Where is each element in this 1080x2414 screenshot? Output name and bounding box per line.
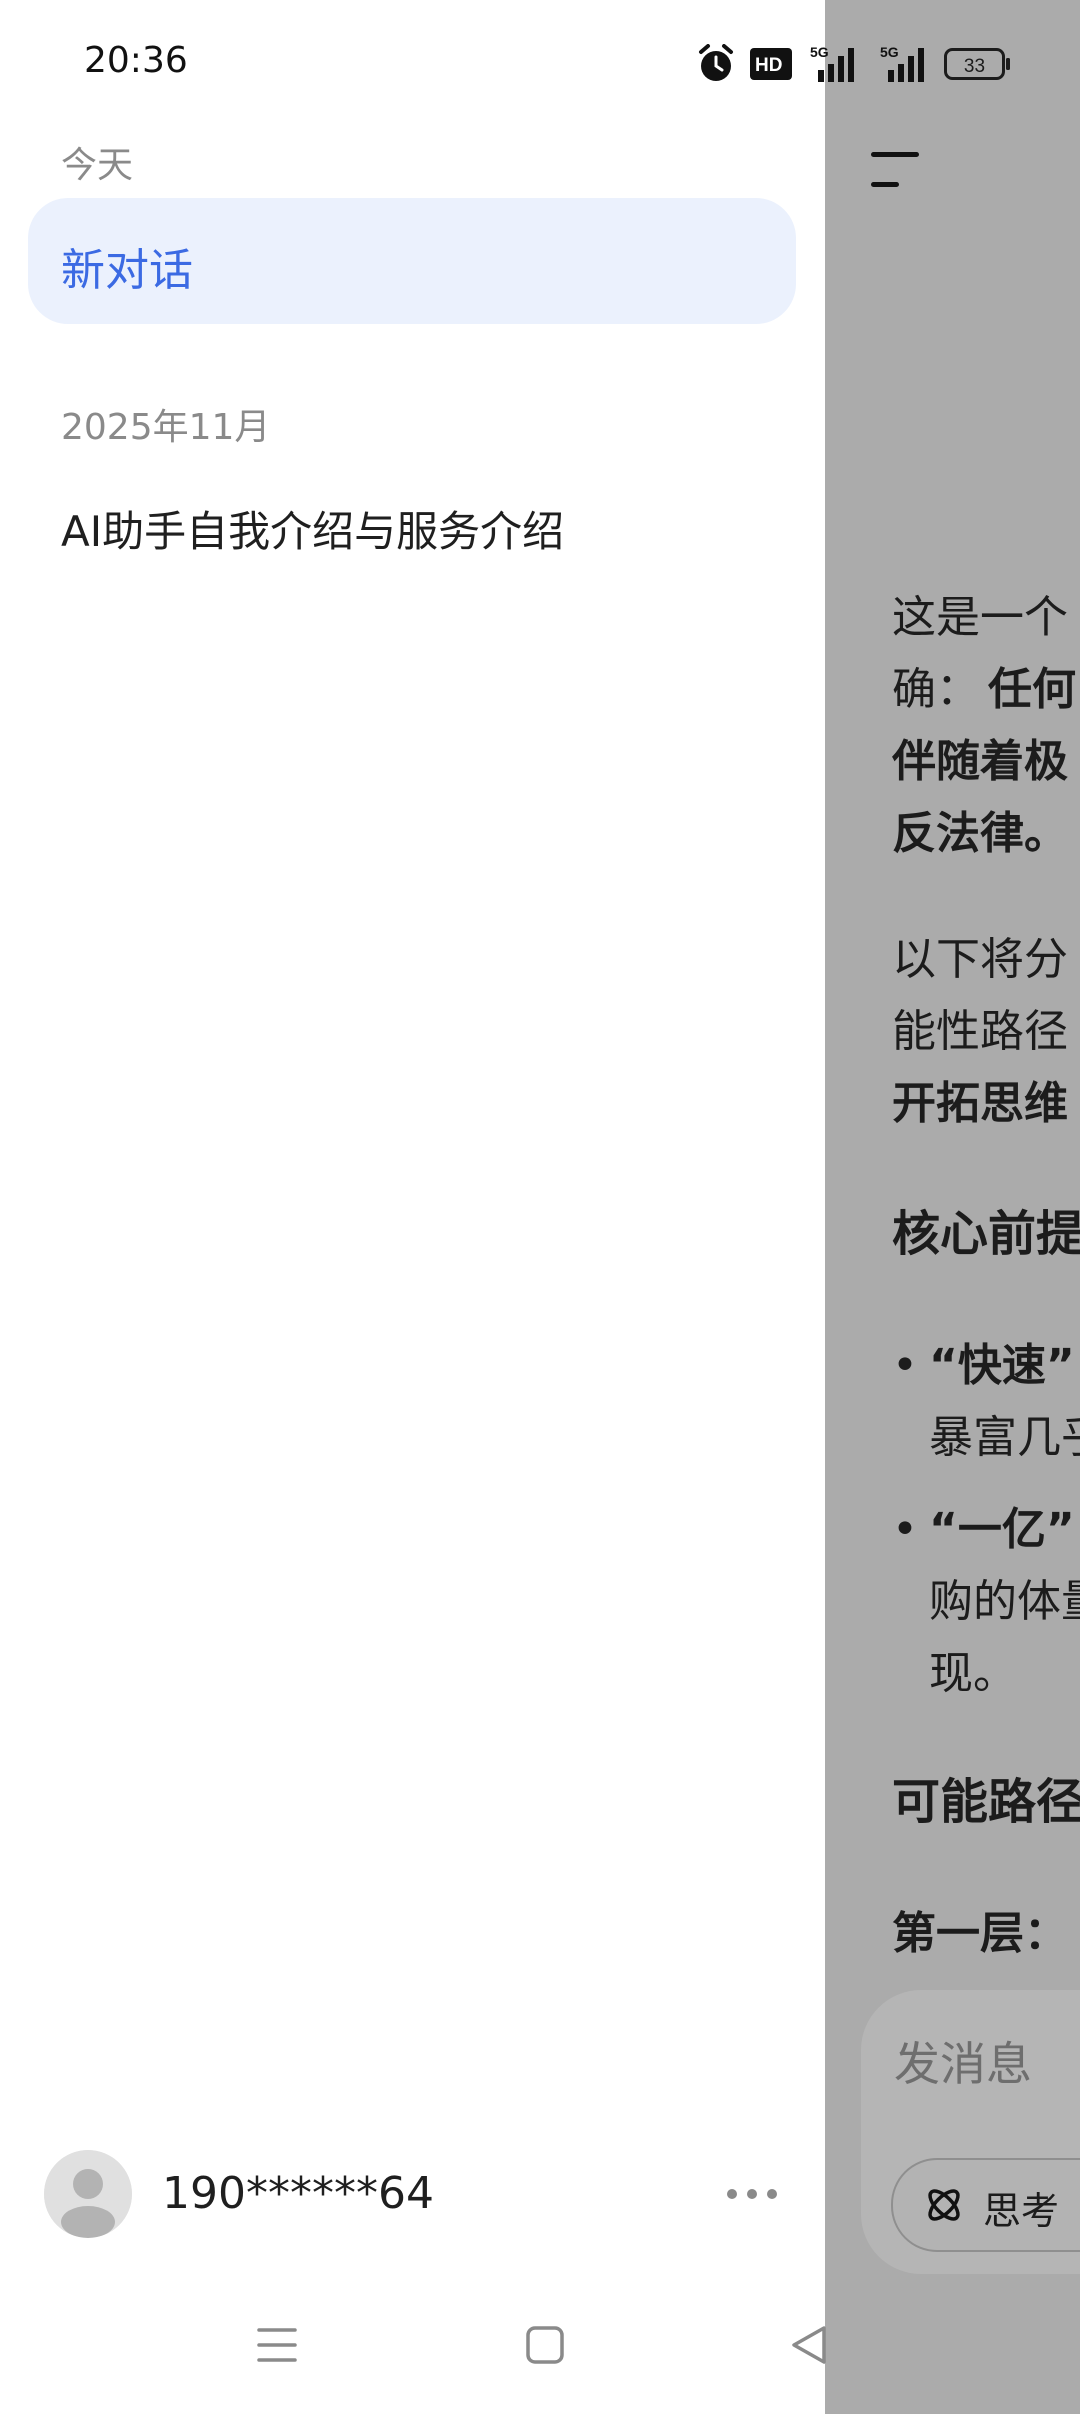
svg-text:5G: 5G [880,44,899,60]
chat-heading: 第一层： [892,1908,1068,1959]
chat-text-line: 伴随着极 [892,736,1068,787]
background-chat-overlay[interactable]: 这是一个 确： 任何 伴随着极 反法律。 以下将分 能性路径 开拓思维 核心前提 … [825,0,1080,2414]
menu-icon [871,152,923,190]
chat-text-line: “一亿” [929,1504,1075,1555]
home-icon[interactable] [524,2324,566,2366]
user-profile-row[interactable]: 190******64 [44,2150,784,2242]
section-month: 2025年11月 [61,407,271,448]
svg-text:5G: 5G [810,44,829,60]
think-label: 思考 [983,2189,1060,2233]
battery-level: 33 [964,56,985,77]
chat-text-line: 现。 [929,1648,1017,1699]
chat-history-item[interactable]: AI助手自我介绍与服务介绍 [61,498,564,559]
chat-text-line: 暴富几乎 [929,1412,1080,1463]
think-toggle-button[interactable]: 思考 [891,2158,1080,2252]
alarm-icon [699,44,733,81]
system-nav-bar [0,2290,1080,2414]
bullet-dot: • [892,1504,918,1555]
chat-text-line: 反法律。 [892,808,1068,859]
chat-heading: 核心前提 [892,1206,1080,1262]
chat-item-active[interactable]: 新对话 [28,198,796,324]
chat-heading: 可能路径 [892,1774,1080,1830]
section-today: 今天 [61,145,134,186]
recent-apps-icon[interactable] [256,2324,298,2366]
hd-voice-icon: HD [750,48,792,80]
chat-text-line: 这是一个 [892,592,1068,643]
back-icon[interactable] [788,2324,828,2366]
chat-text-line: 以下将分 [892,934,1068,985]
chat-text-line: 购的体量 [929,1576,1080,1627]
more-icon[interactable] [724,2182,780,2206]
chat-text-line: “快速” [929,1340,1075,1391]
atom-icon [928,2189,960,2221]
chat-item-label: 新对话 [61,245,193,296]
status-time: 20:36 [84,40,188,81]
chat-text-line: 能性路径 [892,1006,1068,1057]
chat-text-line: 确： 任何 [892,664,1076,715]
user-avatar-icon [44,2150,132,2238]
5g-signal-icon: 5G [810,44,854,82]
message-input-placeholder: 发消息 [894,2037,1032,2091]
battery-icon: 33 [944,48,1010,80]
user-phone: 190******64 [162,2168,434,2219]
history-drawer: 20:36 HD 5G 5G 今天 新对话 2025年11月 AI助手自我介绍与… [0,0,924,2414]
svg-text:HD: HD [755,55,782,76]
bullet-dot: • [892,1340,918,1391]
chat-text-line: 开拓思维 [892,1078,1068,1129]
avatar[interactable] [44,2150,132,2238]
5g-signal-icon: 5G [880,44,924,82]
